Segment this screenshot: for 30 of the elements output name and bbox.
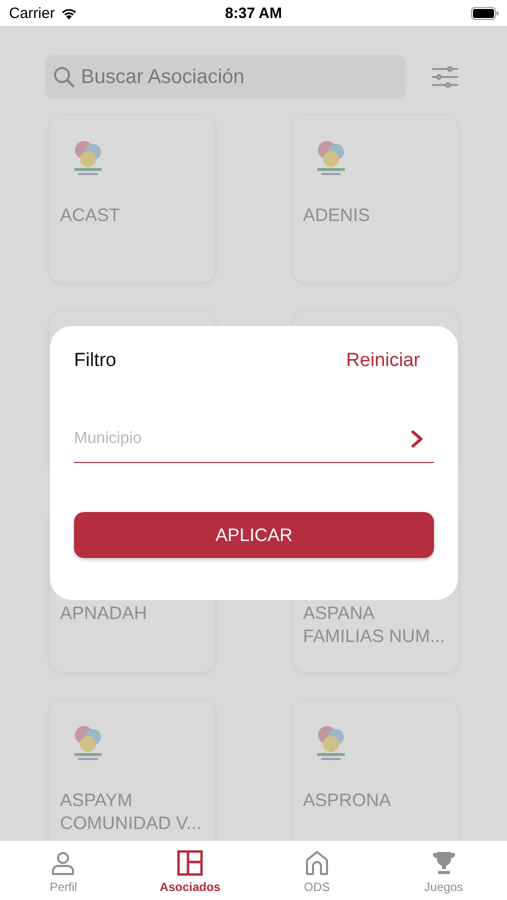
- tab-item[interactable]: Juegos: [380, 841, 507, 900]
- apply-button[interactable]: APLICAR: [74, 512, 434, 558]
- trophy-icon: [430, 850, 457, 876]
- reset-button[interactable]: Reiniciar: [346, 350, 434, 372]
- tab-item[interactable]: Perfil: [0, 841, 127, 900]
- tab-item[interactable]: ODS: [254, 841, 380, 900]
- wifi-icon: [60, 6, 78, 20]
- search-icon: [53, 66, 75, 88]
- search-field[interactable]: Buscar Asociación: [45, 55, 406, 99]
- association-name: APNADAH: [60, 602, 148, 625]
- association-name: ADENIS: [303, 204, 372, 227]
- association-card[interactable]: ASPRONA: [293, 701, 458, 840]
- battery-icon: [471, 6, 499, 20]
- carrier-label: Carrier: [9, 4, 55, 22]
- association-name: ASPRONA: [303, 789, 392, 812]
- association-card[interactable]: ADENIS: [293, 116, 458, 282]
- person-icon: [50, 850, 76, 876]
- association-card[interactable]: ASPAYM COMUNIDAD V...: [50, 701, 215, 840]
- tab-item[interactable]: Asociados: [126, 841, 254, 900]
- house-icon: [304, 850, 330, 876]
- clock-time: 8:37 AM: [225, 4, 282, 22]
- layout-icon: [177, 850, 204, 876]
- association-card[interactable]: ACAST: [50, 116, 215, 282]
- association-name: ASPANA FAMILIAS NUM...: [303, 602, 446, 648]
- association-name: ASPAYM COMUNIDAD V...: [60, 789, 202, 835]
- association-name: ACAST: [60, 204, 122, 227]
- municipality-field[interactable]: Municipio: [74, 430, 434, 463]
- filter-icon[interactable]: [431, 66, 459, 88]
- chevron-right-icon: [411, 430, 423, 448]
- dialog-title: Filtro: [74, 350, 116, 372]
